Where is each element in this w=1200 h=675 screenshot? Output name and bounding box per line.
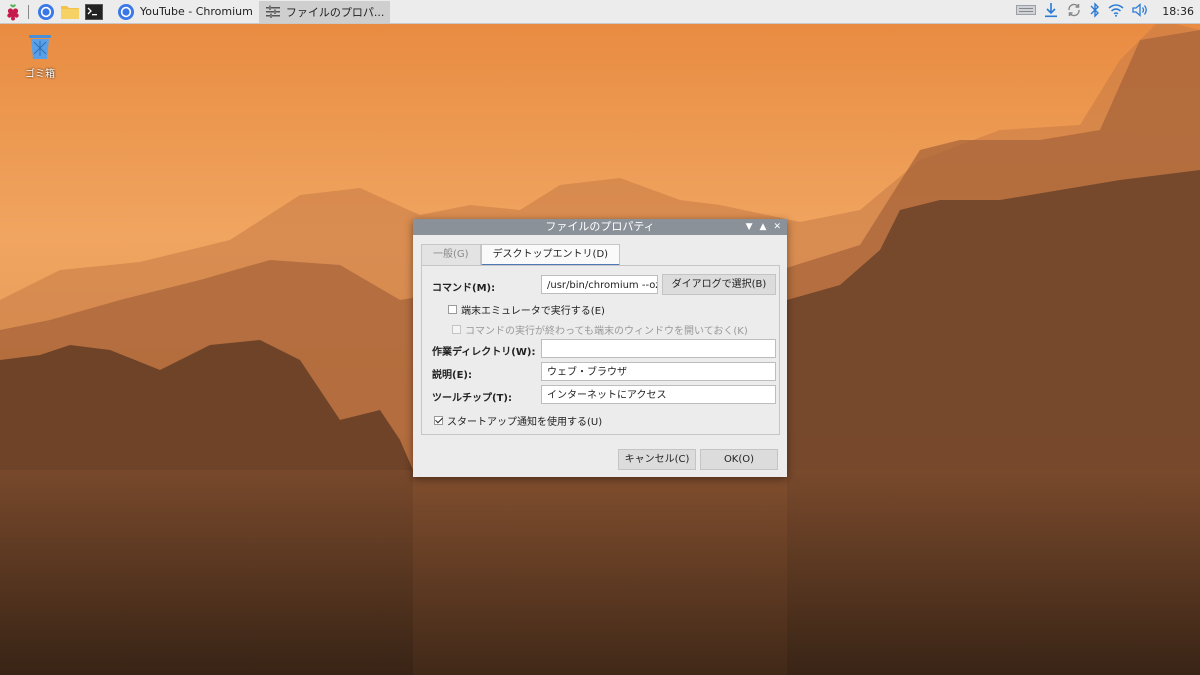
dialog-tabs: 一般(G) デスクトップエントリ(D) (421, 244, 621, 266)
clock[interactable]: 18:36 (1162, 5, 1194, 18)
taskbar-window-file-properties[interactable]: ファイルのプロパ... (258, 0, 391, 23)
keyboard-icon[interactable] (1016, 4, 1037, 19)
file-properties-dialog: ファイルのプロパティ ▼ ▲ ✕ 一般(G) デスクトップエントリ(D) コマン… (413, 219, 787, 477)
raspberry-menu-icon[interactable] (2, 1, 24, 23)
startup-checkbox-row[interactable]: スタートアップ通知を使用する(U) (434, 413, 602, 428)
close-icon[interactable]: ✕ (773, 219, 781, 235)
startup-checkbox[interactable] (434, 416, 443, 425)
browse-button[interactable]: ダイアログで選択(B) (662, 274, 776, 295)
maximize-icon[interactable]: ▲ (760, 219, 767, 235)
trash-icon (29, 35, 51, 59)
desktop-entry-panel: コマンド(M): /usr/bin/chromium --ozo ダイアログで選… (421, 265, 780, 435)
dialog-title: ファイルのプロパティ (545, 220, 655, 233)
tab-general[interactable]: 一般(G) (421, 244, 481, 265)
command-input[interactable]: /usr/bin/chromium --ozo (541, 275, 658, 294)
workdir-label: 作業ディレクトリ(W): (432, 347, 536, 358)
sync-icon[interactable] (1066, 2, 1082, 21)
terminal-launcher-icon[interactable] (83, 1, 105, 23)
system-tray: 18:36 (1016, 0, 1200, 23)
taskbar-window-label: ファイルのプロパ... (285, 5, 385, 19)
chromium-launcher-icon[interactable] (35, 1, 57, 23)
chromium-icon (118, 3, 134, 20)
properties-icon (265, 5, 280, 18)
keep-open-checkbox-row[interactable]: コマンドの実行が終わっても端末のウィンドウを開いておく(K) (452, 322, 748, 337)
description-row: 説明(E): (432, 366, 472, 381)
keep-open-checkbox-label: コマンドの実行が終わっても端末のウィンドウを開いておく(K) (465, 326, 748, 337)
cancel-button[interactable]: キャンセル(C) (618, 449, 696, 470)
workdir-input[interactable] (541, 339, 776, 358)
terminal-checkbox-row[interactable]: 端末エミュレータで実行する(E) (448, 302, 605, 317)
taskbar-separator (28, 4, 29, 19)
dialog-titlebar[interactable]: ファイルのプロパティ ▼ ▲ ✕ (413, 219, 787, 235)
command-row: コマンド(M): (432, 279, 495, 294)
wifi-icon[interactable] (1108, 3, 1124, 20)
file-manager-launcher-icon[interactable] (59, 1, 81, 23)
workdir-row: 作業ディレクトリ(W): (432, 343, 535, 358)
volume-icon[interactable] (1132, 3, 1150, 20)
description-label: 説明(E): (432, 370, 472, 381)
taskbar: YouTube - Chromium ファイルのプロパ... 18:36 (0, 0, 1200, 24)
terminal-checkbox-label: 端末エミュレータで実行する(E) (461, 306, 605, 317)
tooltip-input[interactable]: インターネットにアクセス (541, 385, 776, 404)
bluetooth-icon[interactable] (1090, 2, 1100, 21)
description-input[interactable]: ウェブ・ブラウザ (541, 362, 776, 381)
startup-checkbox-label: スタートアップ通知を使用する(U) (447, 417, 603, 428)
ok-button[interactable]: OK(O) (700, 449, 778, 470)
download-icon[interactable] (1044, 2, 1058, 21)
minimize-icon[interactable]: ▼ (746, 219, 753, 235)
keep-open-checkbox[interactable] (452, 325, 461, 334)
taskbar-window-chromium[interactable]: YouTube - Chromium (111, 1, 259, 23)
taskbar-window-label: YouTube - Chromium (140, 5, 253, 18)
desktop-icon-trash[interactable]: ゴミ箱 (18, 32, 62, 80)
tooltip-row: ツールチップ(T): (432, 389, 512, 404)
tab-desktop-entry[interactable]: デスクトップエントリ(D) (480, 244, 621, 266)
command-label: コマンド(M): (432, 283, 496, 294)
desktop-icon-label: ゴミ箱 (25, 69, 55, 80)
tooltip-label: ツールチップ(T): (432, 393, 512, 404)
terminal-checkbox[interactable] (448, 305, 457, 314)
